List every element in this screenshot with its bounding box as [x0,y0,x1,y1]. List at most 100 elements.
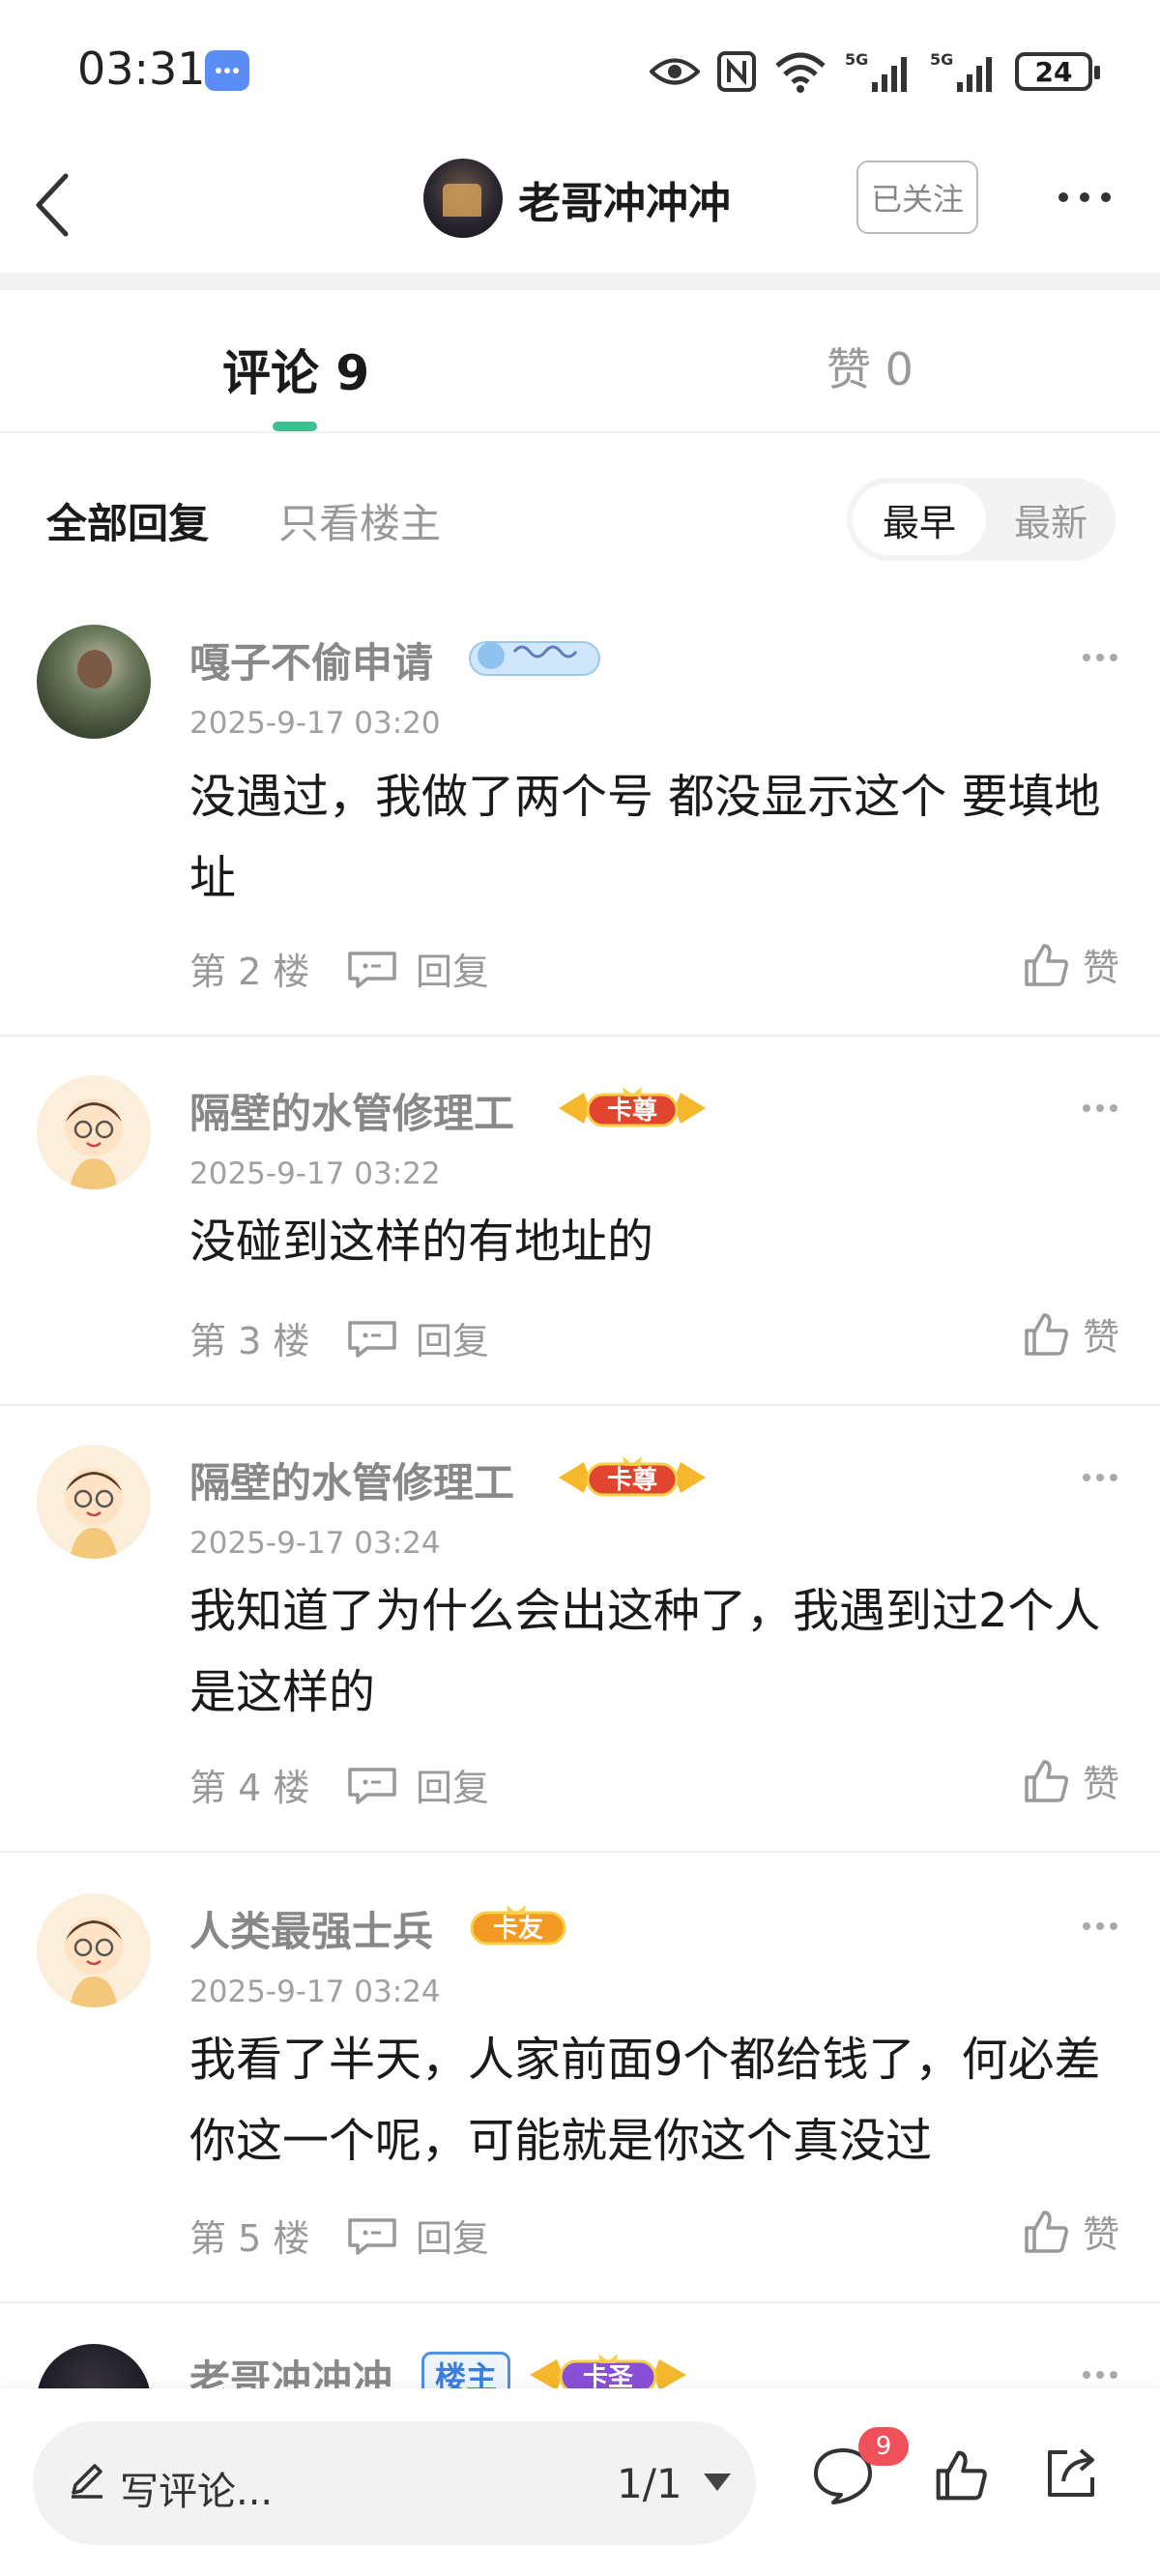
floor-number: 第 2 楼 [189,951,310,993]
commenter-name[interactable]: 隔壁的水管修理工 [189,1450,514,1509]
floor-number: 第 3 楼 [189,1320,310,1362]
reply-button[interactable]: 回复 [346,2209,489,2262]
like-label: 赞 [1083,1316,1120,1359]
nfc-icon [717,51,756,92]
comment-more-button[interactable] [1081,650,1119,663]
comment-count-badge: 9 [858,2427,909,2466]
comment-text: 我知道了为什么会出这种了，我遇到过2个人是这样的 [189,1584,1101,1719]
like-button[interactable]: 赞 [1023,1307,1119,1361]
comment-item: 隔壁的水管修理工 卡尊 2025-9-17 03:22 没碰到这样的有地址的 第… [0,1073,1160,1406]
reply-icon [348,1767,396,1804]
more-dots-icon [1083,1104,1117,1112]
badge-label: 卡友 [492,1914,543,1944]
sort-toggle: 最早 最新 [847,478,1116,561]
commenter-name[interactable]: 嘎子不偷申请 [189,630,433,689]
reply-button[interactable]: 回复 [346,1311,489,1364]
user-title-badge: 卡尊 [555,1452,710,1503]
commenter-avatar[interactable] [37,1893,151,2007]
user-title-badge [466,632,603,683]
follow-button[interactable]: 已关注 [856,161,978,234]
commenter-avatar[interactable] [37,1445,151,1559]
message-notification-icon [205,50,249,91]
more-options-button[interactable] [1054,180,1116,215]
eye-icon [650,58,700,85]
reply-label: 回复 [416,1320,490,1362]
author-avatar[interactable] [423,159,503,238]
svg-text:5G: 5G [930,50,953,69]
comment-item: 隔壁的水管修理工 卡尊 2025-9-17 03:24 我知道了为什么会出这种了… [0,1443,1160,1853]
user-title-badge: 卡尊 [555,1083,710,1133]
commenter-name[interactable]: 人类最强士兵 [189,1899,433,1958]
battery-icon: 24 [1015,52,1100,91]
more-dots-icon [1083,1922,1117,1930]
signal-5g-2-icon: 5G [930,50,992,92]
like-label: 赞 [1083,947,1120,989]
filter-row: 全部回复 只看楼主 最早 最新 [0,433,1160,598]
reply-icon [348,1320,396,1358]
like-button[interactable]: 赞 [1023,938,1119,991]
comment-text: 我看了半天，人家前面9个都给钱了，何必差你这一个呢，可能就是你这个真没过 [189,2033,1101,2168]
like-post-button[interactable] [934,2448,988,2506]
filter-host-only[interactable]: 只看楼主 [278,491,441,550]
share-button[interactable] [1042,2444,1100,2506]
thumbs-up-icon [1025,1759,1068,1802]
comment-more-button[interactable] [1081,1100,1119,1114]
tab-comments[interactable]: 评论 9 [222,335,369,404]
reply-label: 回复 [416,951,490,993]
comment-more-button[interactable] [1081,1918,1119,1932]
comment-more-button[interactable] [1081,2367,1119,2381]
reply-button[interactable]: 回复 [346,1758,489,1811]
caret-down-icon[interactable] [704,2474,731,2491]
floor-number: 第 4 楼 [189,1767,310,1809]
signal-5g-1-icon: 5G [845,50,907,92]
svg-text:5G: 5G [845,50,868,69]
floor-number: 第 5 楼 [189,2217,310,2260]
reply-label: 回复 [416,2217,490,2260]
like-button[interactable]: 赞 [1023,2205,1119,2258]
like-label: 赞 [1083,2213,1120,2256]
like-label: 赞 [1083,1763,1120,1805]
reply-icon [348,2217,396,2255]
comment-time: 2025-9-17 03:24 [189,1975,441,2009]
pencil-icon [72,2464,102,2499]
reply-label: 回复 [416,1767,490,1809]
badge-label: 卡尊 [606,1465,657,1495]
status-bar: 03:31 5G 5G 24 [0,0,1160,145]
more-dots-icon [1083,1474,1117,1481]
like-button[interactable]: 赞 [1023,1754,1119,1807]
wifi-icon [775,52,826,93]
more-dots-icon [1083,654,1117,661]
commenter-avatar[interactable] [37,625,151,739]
comment-more-button[interactable] [1081,1470,1119,1483]
commenter-name[interactable]: 隔壁的水管修理工 [189,1081,514,1140]
badge-label: 卡尊 [606,1096,657,1126]
share-icon [1048,2448,1094,2497]
user-title-badge: 卡友 [468,1901,568,1951]
thumbs-up-icon [936,2450,987,2501]
status-icons: 5G 5G 24 [650,44,1100,99]
comment-text: 没遇过，我做了两个号 都没显示这个 要填地址 [189,770,1101,905]
sort-newest-button[interactable]: 最新 [992,483,1110,555]
write-comment-placeholder: 写评论... [120,2470,274,2514]
chevron-left-icon [36,173,69,237]
reply-button[interactable]: 回复 [346,942,489,995]
post-header: 老哥冲冲冲 已关注 [0,145,1160,271]
comment-time: 2025-9-17 03:20 [189,706,441,741]
tab-likes[interactable]: 赞 0 [826,335,914,398]
tab-bar: 评论 9 赞 0 [0,290,1160,433]
write-comment-input[interactable]: 写评论... 1/1 [33,2421,756,2545]
bottom-action-bar: 写评论... 1/1 9 [0,2388,1160,2576]
reply-icon [348,951,396,988]
page-indicator[interactable]: 1/1 [617,2460,682,2507]
sort-earliest-button[interactable]: 最早 [853,483,986,555]
comment-time: 2025-9-17 03:22 [189,1156,441,1191]
author-name[interactable]: 老哥冲冲冲 [518,168,731,230]
status-time: 03:31 [77,43,206,95]
thumbs-up-icon [1025,943,1068,986]
commenter-avatar[interactable] [37,1075,151,1189]
active-tab-indicator [273,422,317,431]
back-button[interactable] [27,164,85,242]
comment-text: 没碰到这样的有地址的 [189,1215,654,1269]
comment-item: 人类最强士兵 卡友 2025-9-17 03:24 我看了半天，人家前面9个都给… [0,1891,1160,2303]
filter-all-replies[interactable]: 全部回复 [46,491,209,550]
